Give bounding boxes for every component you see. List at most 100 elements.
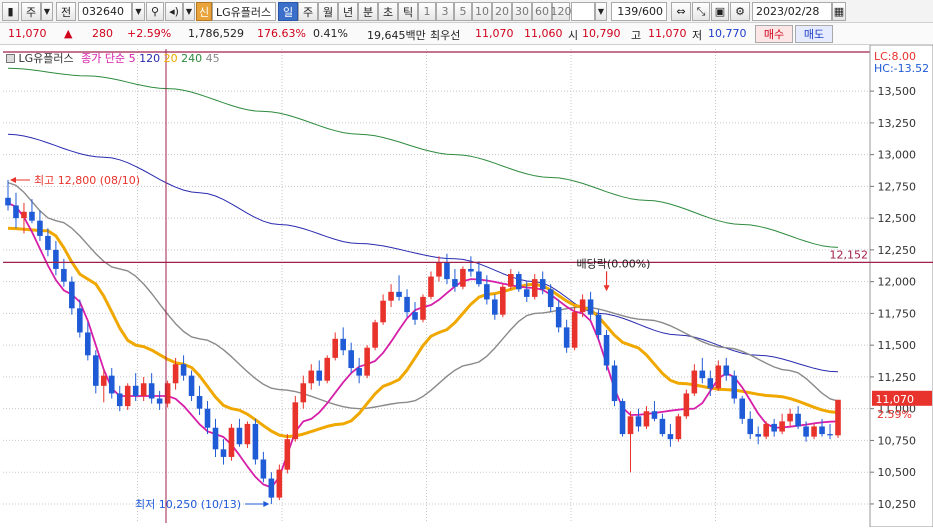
buy-button[interactable]: 매수 — [755, 25, 793, 43]
open-price: 10,790 — [582, 27, 621, 40]
candle-body — [603, 335, 610, 366]
candle-body — [372, 322, 378, 348]
sell-button[interactable]: 매도 — [795, 25, 833, 43]
candle-body — [108, 375, 115, 394]
period-tick-label: 틱 — [402, 5, 414, 19]
candle-body — [244, 423, 251, 445]
speaker-dropdown-icon[interactable]: ▼ — [183, 2, 195, 21]
candle-body — [5, 197, 11, 206]
candle-body — [37, 220, 43, 236]
stock-name: LG유플러스 — [216, 5, 272, 19]
interval-120[interactable]: 120 — [551, 2, 572, 21]
candle-body — [651, 411, 658, 419]
axis-tick-label: 10,500 — [878, 466, 917, 479]
price-info-bar: 11,070 ▲ 280 +2.59% 1,786,529 176.63% 0.… — [0, 23, 933, 45]
code-input[interactable]: 032640 — [78, 2, 132, 21]
period-month[interactable]: 월 — [318, 2, 338, 21]
axis-tick-label: 11,500 — [878, 339, 917, 352]
candle-body — [795, 413, 801, 427]
best-ask: 11,070 — [475, 27, 514, 40]
period-day-label: 일 — [282, 5, 294, 19]
dividend-annotation: 배당락(0.00%) — [577, 257, 651, 270]
count-field[interactable]: 139/600 — [611, 2, 667, 21]
all-button[interactable]: 전 — [56, 2, 76, 21]
period-day[interactable]: 일 — [278, 2, 298, 21]
chart-legend: LG유플러스 종가 단순 5 120 20 240 45 — [6, 50, 220, 66]
market-select[interactable]: 주 — [21, 2, 41, 21]
candle-body — [715, 365, 722, 389]
volume-ratio: 176.63% — [257, 27, 306, 40]
speaker-icon[interactable]: ◂) — [165, 2, 183, 21]
candle-body — [356, 368, 362, 376]
axis-tick-label: 13,000 — [878, 149, 917, 162]
interval-1[interactable]: 1 — [418, 2, 436, 21]
legend-ma5: 5 — [128, 52, 136, 65]
candle-body — [300, 383, 307, 403]
candle-body — [683, 393, 690, 417]
candle-body — [61, 268, 67, 282]
interval-30[interactable]: 30 — [512, 2, 532, 21]
interval-dropdown-icon[interactable]: ▼ — [595, 2, 607, 21]
candle-body — [276, 469, 283, 498]
interval-3[interactable]: 3 — [436, 2, 454, 21]
interval-5[interactable]: 5 — [454, 2, 472, 21]
calendar-icon[interactable]: ▦ — [832, 2, 846, 21]
up-arrow-icon: ▲ — [64, 27, 73, 40]
candle-body — [21, 211, 27, 219]
interval-60[interactable]: 60 — [532, 2, 552, 21]
period-minute[interactable]: 분 — [358, 2, 378, 21]
candle-body — [85, 332, 91, 356]
candle-body — [188, 375, 195, 396]
period-month-label: 월 — [322, 5, 334, 19]
candle-body — [284, 439, 291, 470]
axis-tick-label: 13,250 — [878, 117, 917, 130]
chart-canvas[interactable]: 13,500 13,250 13,000 12,750 12,500 12,250 12,0… — [0, 44, 933, 528]
candle-body — [77, 308, 83, 333]
candle-body — [595, 314, 602, 335]
candle-body — [340, 338, 346, 351]
axis-tick-label: 10,250 — [878, 498, 917, 511]
candle-body — [140, 383, 147, 396]
period-tick[interactable]: 틱 — [398, 2, 418, 21]
period-year[interactable]: 년 — [338, 2, 358, 21]
candle-body — [404, 296, 410, 313]
all-label: 전 — [60, 5, 72, 19]
candle-body — [675, 416, 682, 440]
candle-body — [332, 338, 339, 358]
candle-body — [787, 413, 793, 422]
candle-body — [13, 205, 19, 219]
candle-body — [587, 299, 594, 315]
candle-body — [515, 274, 522, 290]
trade-amount: 19,645백만 — [367, 29, 426, 42]
candle-body — [204, 408, 211, 428]
window-menu-icon[interactable]: ▮ — [2, 2, 19, 21]
candle-body — [547, 289, 554, 308]
save-icon[interactable]: ▣ — [711, 2, 729, 21]
candle-body — [460, 268, 466, 287]
candle-body — [835, 399, 841, 436]
search-icon[interactable]: ⚲ — [146, 2, 164, 21]
period-minute-label: 분 — [362, 5, 374, 19]
price-change: 280 — [92, 27, 113, 40]
period-second[interactable]: 초 — [378, 2, 398, 21]
sell-label: 매도 — [803, 28, 825, 41]
candle-body — [659, 418, 666, 435]
interval-20[interactable]: 20 — [492, 2, 512, 21]
market-label: 주 — [25, 5, 37, 19]
chart-tool-icon[interactable]: ⤡ — [692, 2, 710, 21]
date-value: 2023/02/28 — [756, 5, 820, 18]
stock-name-field[interactable]: LG유플러스 — [212, 2, 276, 21]
settings-gear-icon[interactable]: ⚙ — [730, 2, 750, 21]
interval-3-label: 3 — [441, 5, 449, 18]
code-dropdown-icon[interactable]: ▼ — [132, 2, 145, 21]
candle-body — [148, 383, 155, 399]
candle-body — [452, 279, 458, 287]
candle-body — [500, 286, 506, 315]
price-chart[interactable]: 13,500 13,250 13,000 12,750 12,500 12,250 12,0… — [0, 44, 933, 528]
date-field[interactable]: 2023/02/28 — [752, 2, 832, 21]
market-dropdown-icon[interactable]: ▼ — [41, 2, 53, 21]
period-week[interactable]: 주 — [298, 2, 318, 21]
custom-interval-input[interactable] — [571, 2, 595, 21]
interval-10[interactable]: 10 — [472, 2, 492, 21]
zoom-fit-icon[interactable]: ⇔ — [671, 2, 691, 21]
